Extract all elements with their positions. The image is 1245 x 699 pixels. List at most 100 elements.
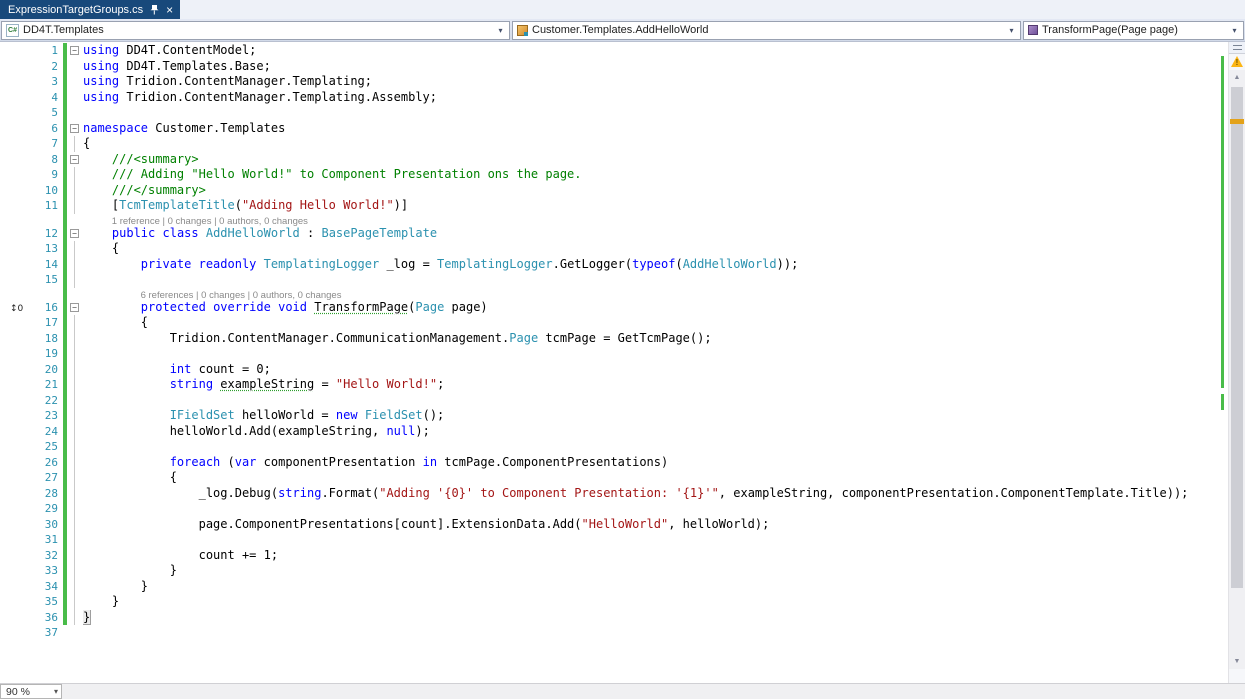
fold-margin[interactable]: [68, 501, 83, 517]
glyph-margin[interactable]: [0, 183, 26, 199]
code-line-5[interactable]: 5: [0, 105, 1218, 121]
codelens-indicator[interactable]: 1 reference | 0 changes | 0 authors, 0 c…: [0, 214, 1218, 226]
code-line-12[interactable]: 12− public class AddHelloWorld : BasePag…: [0, 226, 1218, 242]
fold-margin[interactable]: [68, 198, 83, 214]
glyph-margin[interactable]: [0, 563, 26, 579]
fold-margin[interactable]: [68, 315, 83, 331]
code-line-15[interactable]: 15: [0, 272, 1218, 288]
fold-margin[interactable]: [68, 74, 83, 90]
glyph-margin[interactable]: [0, 105, 26, 121]
fold-collapse-icon[interactable]: −: [70, 46, 79, 55]
codelens-indicator[interactable]: 6 references | 0 changes | 0 authors, 0 …: [0, 288, 1218, 300]
glyph-margin[interactable]: ↕0: [0, 300, 26, 316]
fold-margin[interactable]: [68, 594, 83, 610]
code-line-7[interactable]: 7{: [0, 136, 1218, 152]
glyph-margin[interactable]: [0, 377, 26, 393]
glyph-margin[interactable]: [0, 532, 26, 548]
code-line-11[interactable]: 11 [TcmTemplateTitle("Adding Hello World…: [0, 198, 1218, 214]
fold-margin[interactable]: [68, 331, 83, 347]
glyph-margin[interactable]: [0, 470, 26, 486]
code-line-23[interactable]: 23 IFieldSet helloWorld = new FieldSet()…: [0, 408, 1218, 424]
code-line-35[interactable]: 35 }: [0, 594, 1218, 610]
fold-collapse-icon[interactable]: −: [70, 155, 79, 164]
glyph-margin[interactable]: [0, 455, 26, 471]
margin-glyph[interactable]: ↕0: [0, 304, 23, 314]
type-dropdown[interactable]: Customer.Templates.AddHelloWorld ▾: [512, 21, 1021, 40]
glyph-margin[interactable]: [0, 226, 26, 242]
code-line-2[interactable]: 2using DD4T.Templates.Base;: [0, 59, 1218, 75]
scrollbar-track[interactable]: [1229, 85, 1245, 654]
fold-margin[interactable]: [68, 517, 83, 533]
code-line-26[interactable]: 26 foreach (var componentPresentation in…: [0, 455, 1218, 471]
glyph-margin[interactable]: [0, 136, 26, 152]
fold-margin[interactable]: [68, 625, 83, 641]
fold-collapse-icon[interactable]: −: [70, 303, 79, 312]
glyph-margin[interactable]: [0, 74, 26, 90]
fold-margin[interactable]: [68, 532, 83, 548]
scrollbar-thumb[interactable]: [1231, 87, 1243, 588]
fold-margin[interactable]: [68, 257, 83, 273]
glyph-margin[interactable]: [0, 610, 26, 626]
code-line-33[interactable]: 33 }: [0, 563, 1218, 579]
project-dropdown[interactable]: C# DD4T.Templates ▾: [1, 21, 510, 40]
fold-margin[interactable]: [68, 424, 83, 440]
code-line-14[interactable]: 14 private readonly TemplatingLogger _lo…: [0, 257, 1218, 273]
scroll-down-button[interactable]: ▼: [1229, 654, 1245, 669]
code-line-17[interactable]: 17 {: [0, 315, 1218, 331]
glyph-margin[interactable]: [0, 241, 26, 257]
fold-margin[interactable]: [68, 408, 83, 424]
glyph-margin[interactable]: [0, 59, 26, 75]
zoom-dropdown[interactable]: 90 % ▾: [0, 684, 62, 699]
glyph-margin[interactable]: [0, 121, 26, 137]
fold-margin[interactable]: [68, 377, 83, 393]
fold-margin[interactable]: [68, 241, 83, 257]
glyph-margin[interactable]: [0, 362, 26, 378]
code-line-29[interactable]: 29: [0, 501, 1218, 517]
scroll-up-button[interactable]: ▲: [1229, 70, 1245, 85]
fold-margin[interactable]: [68, 272, 83, 288]
glyph-margin[interactable]: [0, 257, 26, 273]
fold-margin[interactable]: −: [68, 152, 83, 168]
close-icon[interactable]: ×: [166, 4, 173, 16]
glyph-margin[interactable]: [0, 517, 26, 533]
glyph-margin[interactable]: [0, 198, 26, 214]
code-line-30[interactable]: 30 page.ComponentPresentations[count].Ex…: [0, 517, 1218, 533]
code-line-28[interactable]: 28 _log.Debug(string.Format("Adding '{0}…: [0, 486, 1218, 502]
fold-margin[interactable]: [68, 563, 83, 579]
code-line-25[interactable]: 25: [0, 439, 1218, 455]
fold-margin[interactable]: −: [68, 226, 83, 242]
fold-margin[interactable]: [68, 90, 83, 106]
fold-margin[interactable]: [68, 136, 83, 152]
fold-margin[interactable]: [68, 439, 83, 455]
fold-margin[interactable]: [68, 486, 83, 502]
pin-icon[interactable]: [150, 5, 159, 15]
fold-margin[interactable]: [68, 610, 83, 626]
glyph-margin[interactable]: [0, 594, 26, 610]
glyph-margin[interactable]: [0, 548, 26, 564]
code-line-6[interactable]: 6−namespace Customer.Templates: [0, 121, 1218, 137]
fold-collapse-icon[interactable]: −: [70, 229, 79, 238]
glyph-margin[interactable]: [0, 439, 26, 455]
code-editor[interactable]: 1−using DD4T.ContentModel;2using DD4T.Te…: [0, 42, 1245, 683]
fold-margin[interactable]: [68, 183, 83, 199]
document-tab[interactable]: ExpressionTargetGroups.cs ×: [0, 0, 180, 19]
vertical-scrollbar[interactable]: ! ▲ ▼: [1228, 42, 1245, 683]
glyph-margin[interactable]: [0, 331, 26, 347]
horizontal-scrollbar[interactable]: [62, 684, 1245, 699]
member-dropdown[interactable]: TransformPage(Page page) ▾: [1023, 21, 1244, 40]
fold-margin[interactable]: [68, 59, 83, 75]
code-line-13[interactable]: 13 {: [0, 241, 1218, 257]
code-line-9[interactable]: 9 /// Adding "Hello World!" to Component…: [0, 167, 1218, 183]
glyph-margin[interactable]: [0, 90, 26, 106]
glyph-margin[interactable]: [0, 408, 26, 424]
fold-margin[interactable]: [68, 548, 83, 564]
fold-margin[interactable]: [68, 455, 83, 471]
code-line-22[interactable]: 22: [0, 393, 1218, 409]
fold-margin[interactable]: [68, 362, 83, 378]
glyph-margin[interactable]: [0, 486, 26, 502]
fold-margin[interactable]: [68, 346, 83, 362]
code-line-3[interactable]: 3using Tridion.ContentManager.Templating…: [0, 74, 1218, 90]
code-line-8[interactable]: 8− ///<summary>: [0, 152, 1218, 168]
code-line-24[interactable]: 24 helloWorld.Add(exampleString, null);: [0, 424, 1218, 440]
fold-collapse-icon[interactable]: −: [70, 124, 79, 133]
